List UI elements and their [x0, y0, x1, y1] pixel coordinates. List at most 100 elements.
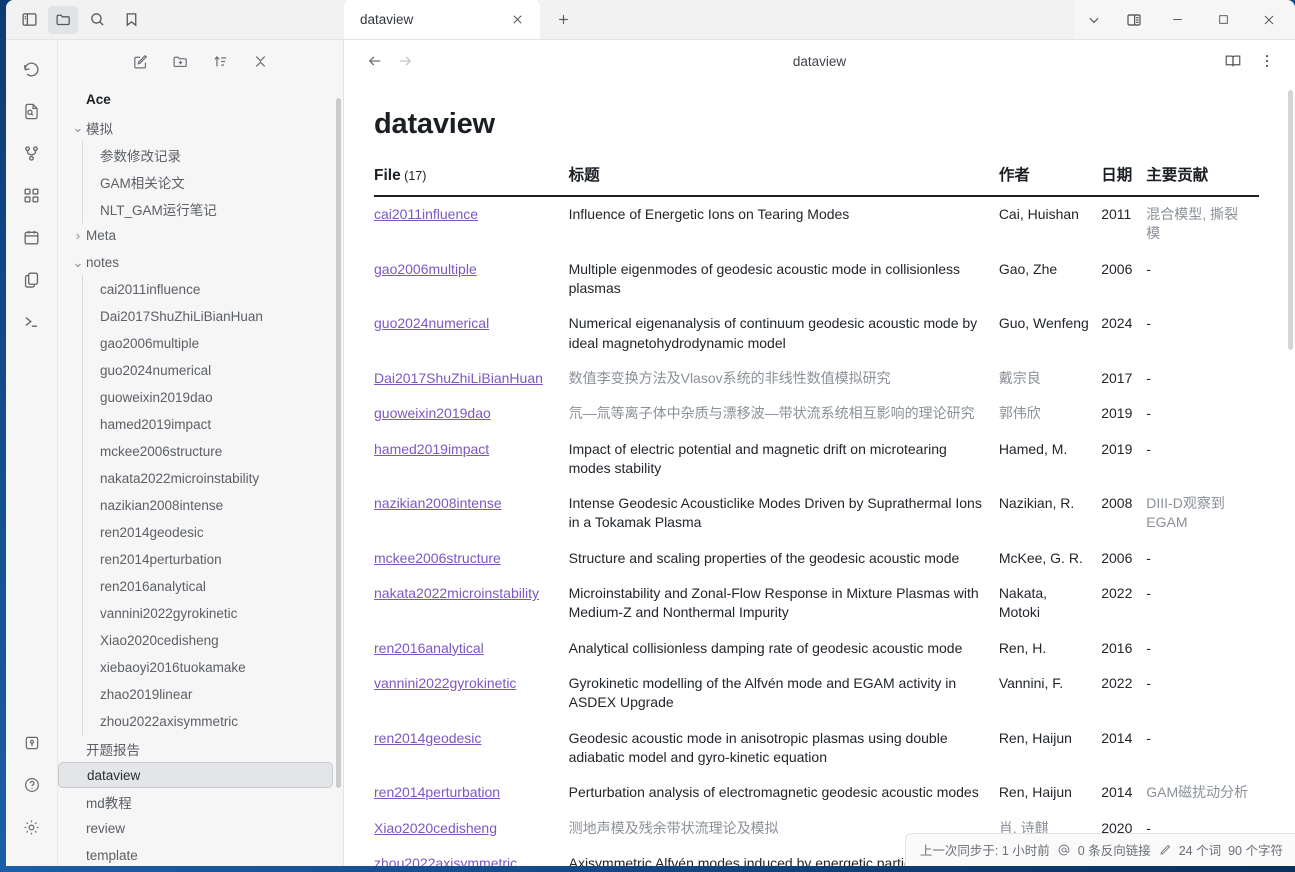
file-link[interactable]: vannini2022gyrokinetic [374, 675, 516, 691]
reading-view-icon[interactable] [1219, 47, 1247, 75]
file-link[interactable]: hamed2019impact [374, 441, 489, 457]
copy-files-icon[interactable] [15, 262, 49, 296]
cell-date: 2014 [1101, 775, 1146, 810]
git-graph-icon[interactable] [15, 136, 49, 170]
table-column-header-title[interactable]: 标题 [569, 163, 999, 196]
tree-file-item[interactable]: Xiao2020cedisheng [58, 627, 333, 654]
titlebar-left-icons [6, 0, 344, 39]
search-icon[interactable] [82, 6, 112, 34]
at-icon [1057, 843, 1071, 857]
cell-contribution: - [1146, 721, 1259, 776]
grid-plugins-icon[interactable] [15, 178, 49, 212]
cell-file: Dai2017ShuZhiLiBianHuan [374, 361, 569, 396]
tree-file-item[interactable]: guo2024numerical [58, 357, 333, 384]
tree-file-item[interactable]: ren2014perturbation [58, 546, 333, 573]
explorer-scrollbar[interactable] [336, 98, 341, 788]
tree-file-item[interactable]: template [58, 842, 333, 866]
column-row-count: (17) [401, 169, 427, 183]
back-button[interactable] [360, 46, 390, 76]
tree-file-item[interactable]: guoweixin2019dao [58, 384, 333, 411]
tree-file-item[interactable]: review [58, 815, 333, 842]
tree-file-item[interactable]: 开题报告 [58, 735, 333, 762]
tree-file-item[interactable]: nazikian2008intense [58, 492, 333, 519]
chevron-down-icon[interactable]: ⌄ [70, 124, 86, 132]
toggle-sidebar-icon[interactable] [14, 6, 44, 34]
file-link[interactable]: mckee2006structure [374, 550, 501, 566]
file-search-icon[interactable] [15, 94, 49, 128]
tree-file-item[interactable]: 参数修改记录 [58, 141, 333, 168]
tree-file-item[interactable]: mckee2006structure [58, 438, 333, 465]
tree-file-item[interactable]: cai2011influence [58, 276, 333, 303]
chevron-down-icon[interactable]: ⌄ [70, 259, 86, 267]
split-right-icon[interactable] [1115, 1, 1153, 39]
file-link[interactable]: nakata2022microinstability [374, 585, 539, 601]
tree-folder-item[interactable]: ›Meta [58, 222, 333, 249]
table-column-header-date[interactable]: 日期 [1101, 163, 1146, 196]
tree-file-item[interactable]: zhao2019linear [58, 681, 333, 708]
sort-icon[interactable] [208, 48, 234, 74]
file-link[interactable]: gao2006multiple [374, 261, 477, 277]
file-link[interactable]: guoweixin2019dao [374, 405, 491, 421]
table-row: vannini2022gyrokineticGyrokinetic modell… [374, 666, 1259, 721]
file-link[interactable]: nazikian2008intense [374, 495, 502, 511]
tree-file-item[interactable]: GAM相关论文 [58, 168, 333, 195]
close-button[interactable] [1247, 1, 1291, 39]
tree-item-label: ren2014geodesic [100, 525, 204, 540]
new-tab-icon[interactable] [546, 2, 580, 36]
more-options-icon[interactable] [1253, 47, 1281, 75]
chevron-down-icon[interactable] [1075, 1, 1113, 39]
history-icon[interactable] [15, 52, 49, 86]
tab-dataview[interactable]: dataview [344, 0, 540, 39]
file-link[interactable]: ren2014perturbation [374, 784, 500, 800]
folder-icon[interactable] [48, 6, 78, 34]
forward-button[interactable] [390, 46, 420, 76]
tree-folder-item[interactable]: ⌄模拟 [58, 114, 333, 141]
file-link[interactable]: zhou2022axisymmetric [374, 855, 517, 866]
file-link[interactable]: cai2011influence [374, 206, 478, 222]
table-body: cai2011influenceInfluence of Energetic I… [374, 196, 1259, 866]
tree-file-item[interactable]: NLT_GAM运行笔记 [58, 195, 333, 222]
tree-item-label: 模拟 [86, 118, 113, 138]
chevron-right-icon[interactable]: › [70, 228, 86, 243]
tree-file-item[interactable]: dataview [58, 762, 333, 788]
bookmark-icon[interactable] [116, 6, 146, 34]
maximize-button[interactable] [1201, 1, 1245, 39]
file-link[interactable]: ren2016analytical [374, 640, 484, 656]
tree-file-item[interactable]: md教程 [58, 788, 333, 815]
table-column-header-contribution[interactable]: 主要贡献 [1146, 163, 1259, 196]
terminal-icon[interactable] [15, 304, 49, 338]
tree-file-item[interactable]: zhou2022axisymmetric [58, 708, 333, 735]
cell-author: Gao, Zhe [999, 252, 1101, 307]
table-column-header-file[interactable]: File (17) [374, 163, 569, 196]
vault-switch-icon[interactable] [15, 726, 49, 760]
tree-file-item[interactable]: hamed2019impact [58, 411, 333, 438]
file-link[interactable]: Xiao2020cedisheng [374, 820, 497, 836]
help-icon[interactable] [15, 768, 49, 802]
tree-file-item[interactable]: xiebaoyi2016tuokamake [58, 654, 333, 681]
collapse-all-icon[interactable] [248, 48, 274, 74]
file-link[interactable]: ren2014geodesic [374, 730, 481, 746]
tree-file-item[interactable]: ren2016analytical [58, 573, 333, 600]
tree-item-label: guo2024numerical [100, 363, 211, 378]
tree-file-item[interactable]: Dai2017ShuZhiLiBianHuan [58, 303, 333, 330]
tree-file-item[interactable]: vannini2022gyrokinetic [58, 600, 333, 627]
new-note-icon[interactable] [128, 48, 154, 74]
calendar-icon[interactable] [15, 220, 49, 254]
table-column-header-author[interactable]: 作者 [999, 163, 1101, 196]
document-scrollbar[interactable] [1288, 90, 1293, 350]
cell-author: McKee, G. R. [999, 541, 1101, 576]
tree-file-item[interactable]: nakata2022microinstability [58, 465, 333, 492]
minimize-button[interactable] [1155, 1, 1199, 39]
file-link[interactable]: Dai2017ShuZhiLiBianHuan [374, 370, 543, 386]
new-folder-icon[interactable] [168, 48, 194, 74]
rail-bottom [15, 726, 49, 866]
tree-file-item[interactable]: ren2014geodesic [58, 519, 333, 546]
settings-icon[interactable] [15, 810, 49, 844]
close-icon[interactable] [506, 8, 528, 30]
vault-name: Ace [58, 84, 333, 114]
cell-file: Xiao2020cedisheng [374, 811, 569, 846]
file-link[interactable]: guo2024numerical [374, 315, 489, 331]
cell-title: Perturbation analysis of electromagnetic… [569, 775, 999, 810]
tree-file-item[interactable]: gao2006multiple [58, 330, 333, 357]
tree-folder-item[interactable]: ⌄notes [58, 249, 333, 276]
